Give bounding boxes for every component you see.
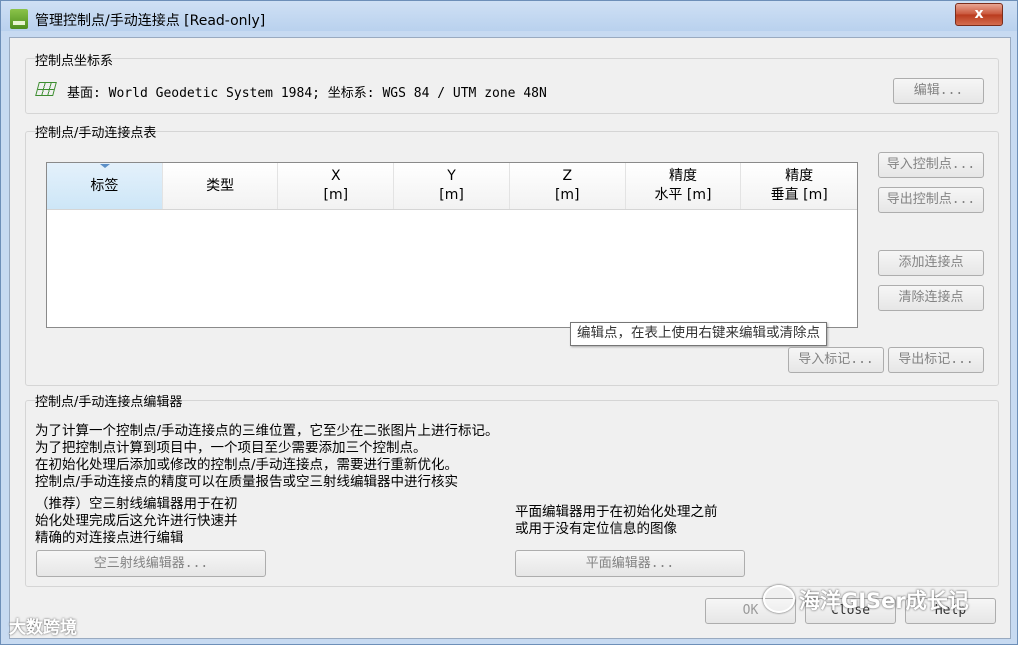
export-marks-button[interactable]: 导出标记... [888, 347, 984, 373]
table-header: 标签 类型 X [m] Y [m] Z [m] 精度 水平 [m] 精度 垂直 … [47, 163, 858, 210]
column-header-unit: 垂直 [m] [770, 187, 828, 203]
plane-editor-desc: 或用于没有定位信息的图像 [515, 521, 677, 537]
title-bar[interactable]: 管理控制点/手动连接点 [Read-only] x [1, 1, 1017, 37]
export-gcp-button[interactable]: 导出控制点... [878, 187, 984, 213]
column-header-z[interactable]: Z [m] [509, 163, 626, 209]
column-header-unit: [m] [439, 187, 464, 203]
ray-editor-desc: 精确的对连接点进行编辑 [35, 530, 184, 546]
column-header-text: 精度 [785, 168, 814, 184]
column-header-text: X [331, 168, 341, 184]
import-marks-button[interactable]: 导入标记... [788, 347, 884, 373]
gcp-table-label: 控制点/手动连接点表 [35, 126, 157, 141]
column-header-label[interactable]: 标签 [47, 163, 163, 209]
add-tie-point-button[interactable]: 添加连接点 [878, 250, 984, 276]
column-header-unit: 水平 [m] [654, 187, 712, 203]
column-header-x[interactable]: X [m] [278, 163, 395, 209]
window-title: 管理控制点/手动连接点 [Read-only] [35, 13, 266, 29]
column-header-text: 精度 [668, 168, 697, 184]
column-header-unit: [m] [323, 187, 349, 203]
column-header-text: 类型 [206, 177, 235, 194]
column-header-text: 标签 [90, 177, 119, 194]
column-header-y[interactable]: Y [m] [394, 163, 510, 209]
editor-info-line: 控制点/手动连接点的精度可以在质量报告或空三射线编辑器中进行核实 [35, 474, 459, 490]
column-header-accuracy-vertical[interactable]: 精度 垂直 [m] [741, 163, 858, 209]
column-header-type[interactable]: 类型 [162, 163, 279, 209]
gcp-table[interactable]: 标签 类型 X [m] Y [m] Z [m] 精度 水平 [m] 精度 垂直 … [46, 162, 858, 328]
column-header-text: Y [447, 168, 456, 184]
ray-editor-button[interactable]: 空三射线编辑器... [36, 550, 266, 577]
dialog-client: 控制点坐标系 基面: World Geodetic System 1984; 坐… [9, 37, 1011, 639]
coord-system-label: 控制点坐标系 [35, 54, 114, 69]
clear-tie-point-button[interactable]: 清除连接点 [878, 285, 984, 311]
coord-system-text: 基面: World Geodetic System 1984; 坐标系: WGS… [67, 86, 547, 101]
dialog-window: 管理控制点/手动连接点 [Read-only] x 控制点坐标系 基面: Wor… [0, 0, 1018, 645]
watermark-left: 大数跨境 [9, 618, 77, 638]
column-header-text: Z [562, 168, 573, 184]
editor-label: 控制点/手动连接点编辑器 [35, 395, 183, 410]
watermark-right: 海洋GISer成长记 [799, 589, 969, 613]
table-tooltip: 编辑点，在表上使用右键来编辑或清除点 [570, 322, 827, 346]
app-icon [10, 9, 28, 29]
grid-icon [35, 82, 57, 96]
close-window-button[interactable]: x [955, 3, 1003, 26]
import-gcp-button[interactable]: 导入控制点... [878, 152, 984, 178]
plane-editor-button[interactable]: 平面编辑器... [515, 550, 745, 577]
sort-arrow-icon [100, 164, 110, 168]
column-header-accuracy-horizontal[interactable]: 精度 水平 [m] [625, 163, 742, 209]
column-header-unit: [m] [554, 187, 580, 203]
edit-coord-button[interactable]: 编辑... [893, 78, 984, 104]
wechat-icon [763, 585, 795, 613]
